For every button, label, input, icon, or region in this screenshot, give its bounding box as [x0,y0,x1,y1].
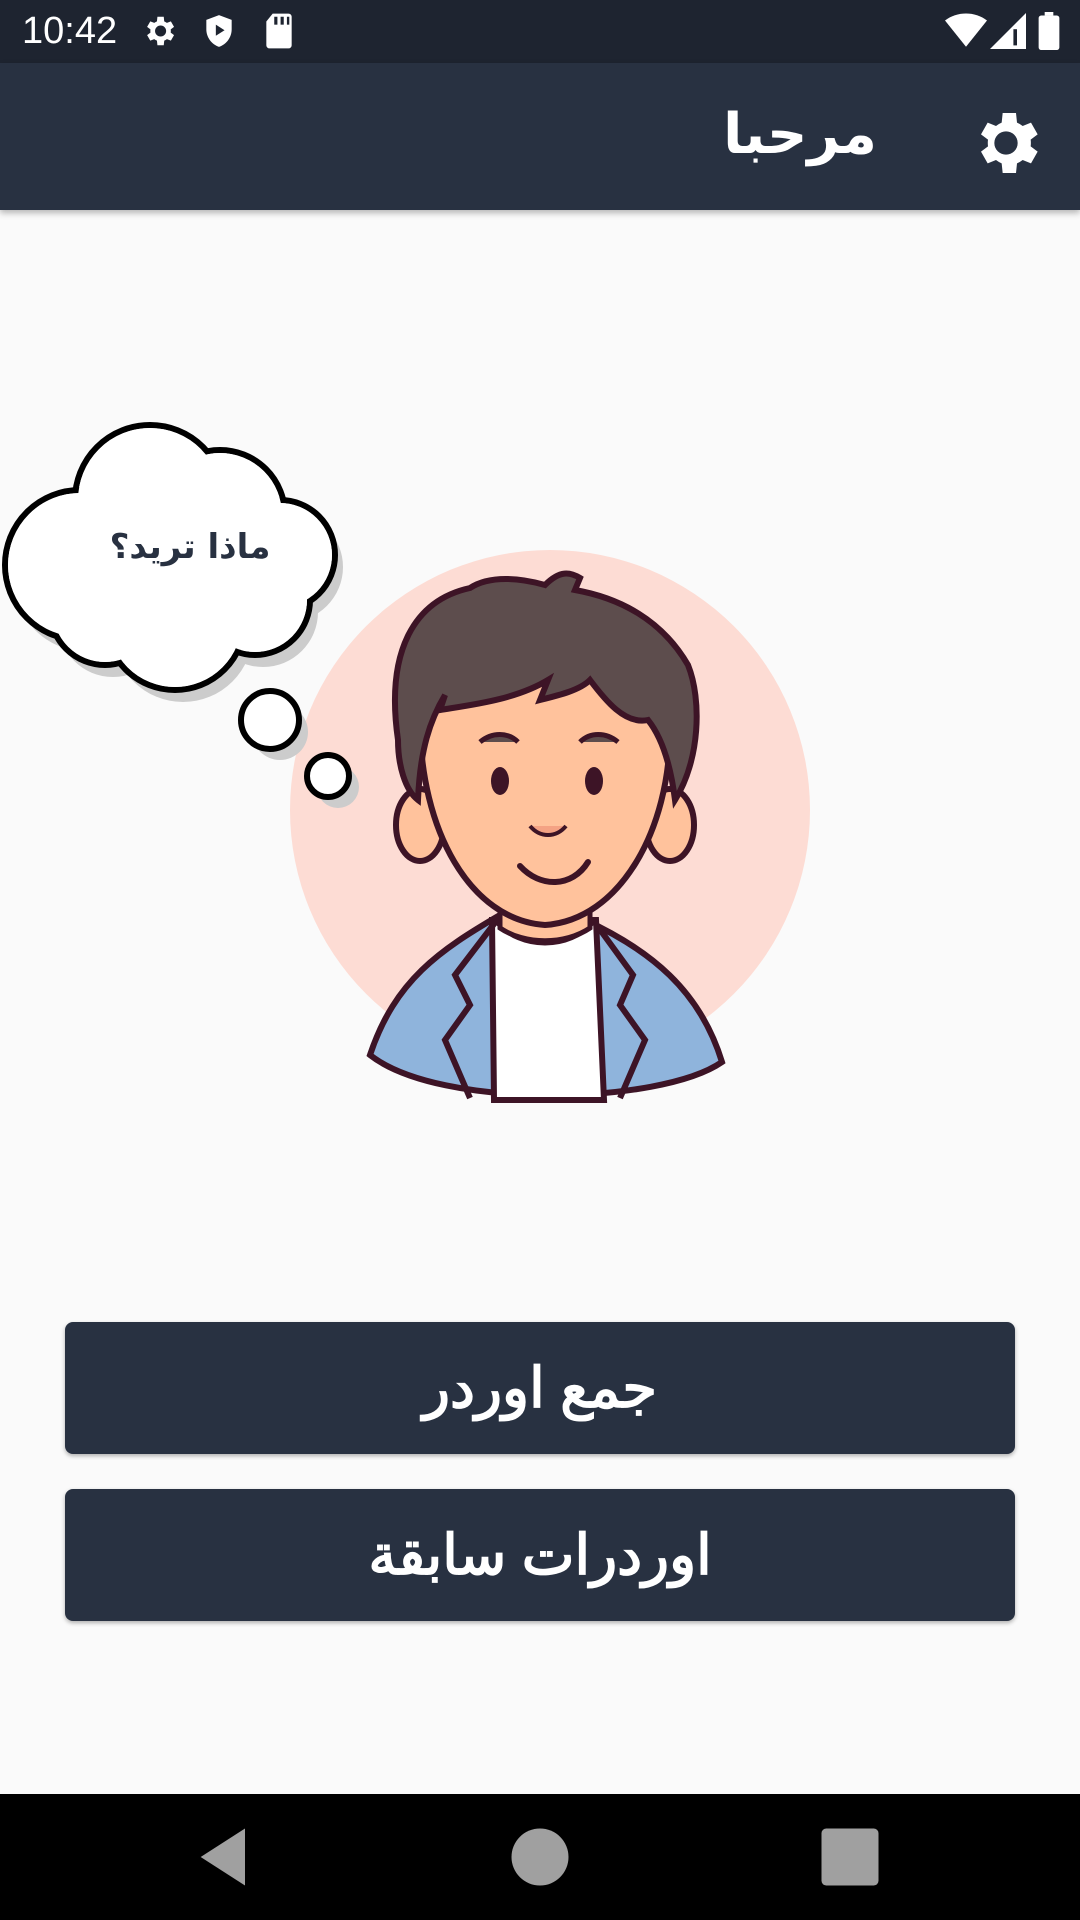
back-button[interactable] [188,1819,264,1895]
sd-card-icon [266,13,292,49]
previous-orders-button[interactable]: اوردرات سابقة [65,1489,1015,1621]
status-time: 10:42 [22,10,118,52]
wifi-icon [945,13,987,47]
gear-icon [147,16,175,46]
settings-button[interactable] [966,103,1046,183]
home-button[interactable] [502,1819,578,1895]
thought-bubble-text: ماذا تريد؟ [109,527,271,567]
left-eye [491,767,509,795]
shield-play-icon [206,15,232,47]
character-illustration [2,422,810,1103]
recents-square-icon [821,1828,879,1886]
right-eye [585,767,603,795]
battery-icon [1038,12,1060,50]
status-bar: 10:42 [0,0,1080,63]
app-bar: مرحبا [0,63,1080,210]
navigation-bar [0,1794,1080,1920]
gear-icon [981,113,1038,173]
thought-dot-large [238,688,302,752]
back-triangle-icon [200,1828,245,1886]
home-circle-icon [511,1828,569,1886]
signal-icon [990,13,1026,49]
page-title: مرحبا [723,102,877,167]
recents-button[interactable] [812,1819,888,1895]
thought-dot-small [304,752,352,800]
collect-order-button[interactable]: جمع اوردر [65,1322,1015,1454]
